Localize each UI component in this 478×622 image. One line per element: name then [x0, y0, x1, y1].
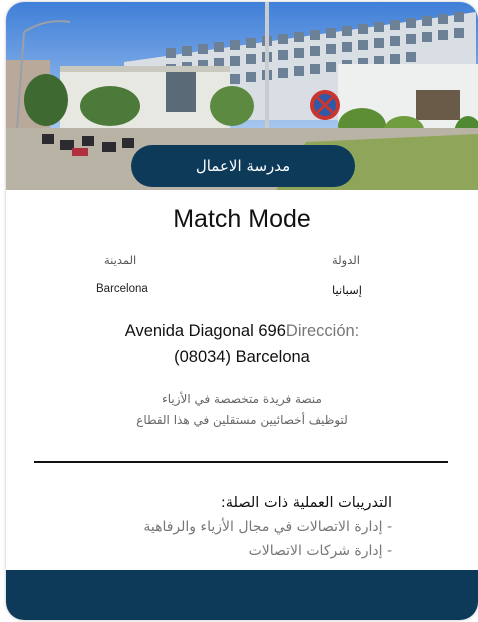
- no-entry-sign-icon: [310, 90, 340, 120]
- address-line2: (08034) Barcelona: [174, 348, 310, 366]
- school-card[interactable]: مدرسة الاعمال Match Mode المدينة الدولة …: [6, 2, 478, 620]
- city-label: المدينة: [104, 253, 137, 267]
- program-title: Match Mode: [173, 205, 311, 233]
- card-footer[interactable]: [6, 570, 478, 620]
- address-block: Avenida Diagonal 696Dirección: (08034) B…: [6, 318, 478, 370]
- city-value: Barcelona: [96, 283, 148, 295]
- training-item[interactable]: - إدارة شركات الاتصالات: [143, 539, 392, 563]
- training-item[interactable]: - إدارة الاتصالات في مجال الأزياء والرفا…: [143, 515, 392, 539]
- category-badge-label: مدرسة الاعمال: [195, 157, 291, 175]
- address-line1: Avenida Diagonal 696: [124, 322, 286, 340]
- description-line1: منصة فريدة متخصصة في الأزياء: [162, 392, 322, 406]
- country-value: إسبانيا: [332, 283, 362, 297]
- training-heading: التدريبات العملية ذات الصلة:: [220, 495, 392, 511]
- country-label: الدولة: [332, 253, 360, 267]
- section-divider: [34, 461, 448, 463]
- description-line2: لتوظيف أخصائيين مستقلين في هذا القطاع: [136, 413, 348, 427]
- program-description: منصة فريدة متخصصة في الأزياء لتوظيف أخصا…: [6, 389, 478, 431]
- address-label: Dirección:: [285, 322, 360, 340]
- category-badge[interactable]: مدرسة الاعمال: [131, 145, 355, 187]
- related-training: التدريبات العملية ذات الصلة: - إدارة الا…: [143, 491, 392, 563]
